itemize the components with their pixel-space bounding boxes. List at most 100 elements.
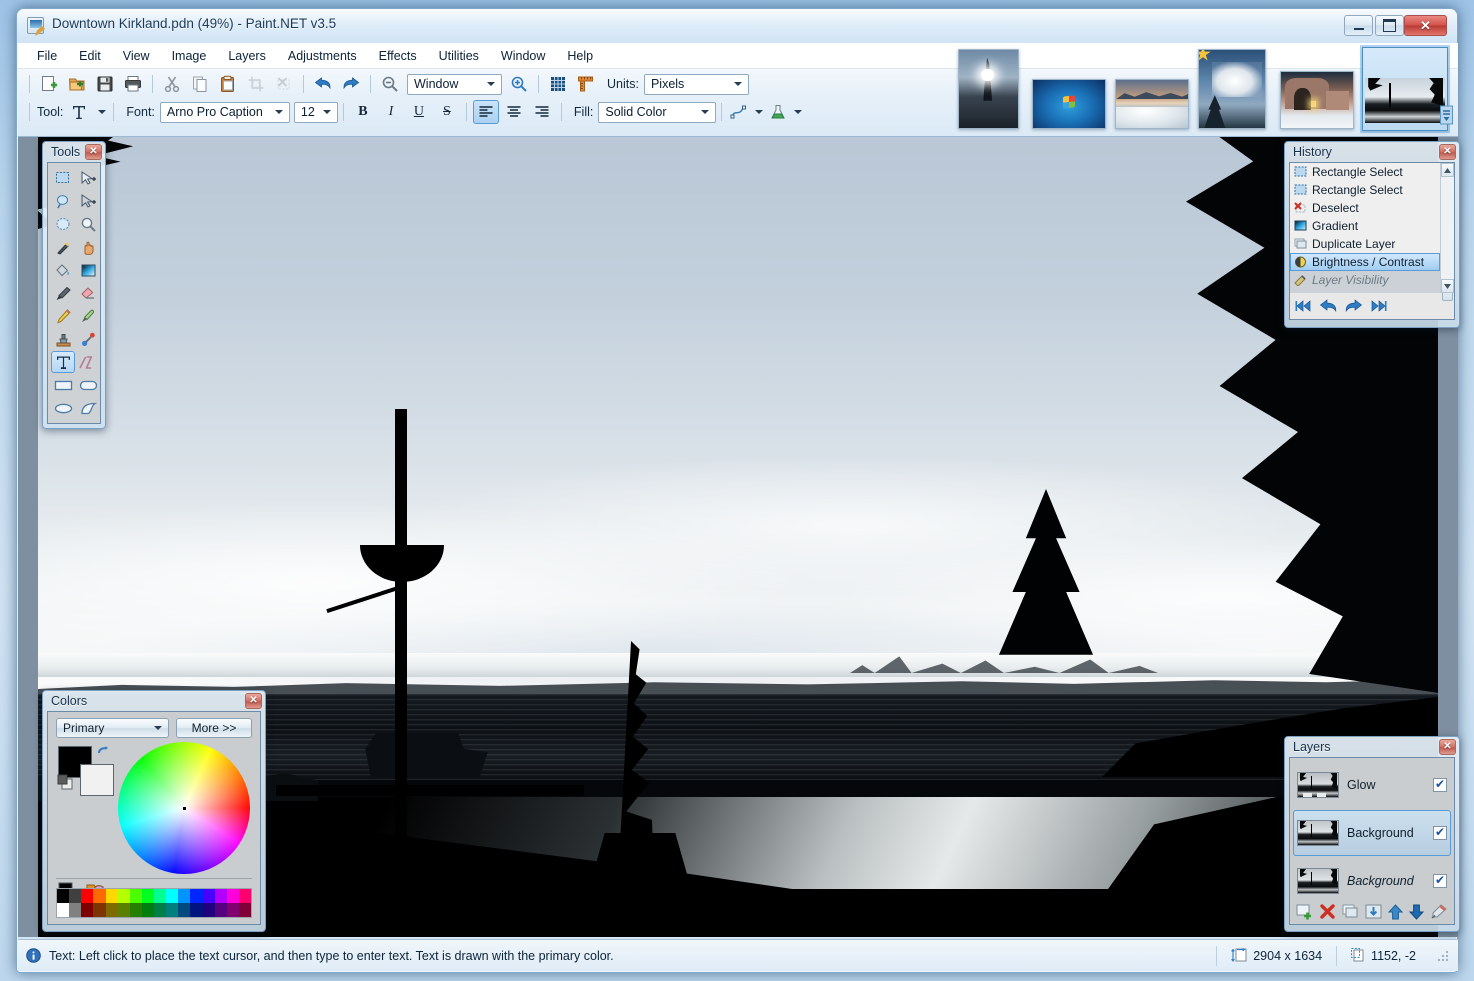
align-left-icon[interactable] — [473, 100, 499, 124]
thumb-downtown-kirkland[interactable] — [1362, 47, 1448, 131]
rectangle-select-tool[interactable] — [51, 167, 75, 189]
menu-effects[interactable]: Effects — [368, 45, 428, 67]
palette-row-bright[interactable] — [57, 889, 251, 903]
palette-swatch[interactable] — [166, 889, 178, 903]
menu-image[interactable]: Image — [161, 45, 218, 67]
pan-tool[interactable] — [76, 236, 100, 258]
cut-icon[interactable] — [159, 72, 185, 96]
maximize-button[interactable] — [1375, 15, 1404, 36]
deselect-all-icon[interactable] — [271, 72, 297, 96]
thumb-windows-logo[interactable] — [1032, 79, 1106, 129]
move-selected-tool[interactable] — [76, 167, 100, 189]
text-tool[interactable] — [51, 351, 75, 373]
palette-swatch[interactable] — [57, 903, 69, 917]
font-family-combobox[interactable]: Arno Pro Caption — [160, 102, 290, 123]
palette-swatch[interactable] — [142, 903, 154, 917]
menu-window[interactable]: Window — [490, 45, 556, 67]
palette-swatch[interactable] — [142, 889, 154, 903]
palette-swatch[interactable] — [203, 889, 215, 903]
thumb-house-snow[interactable] — [1280, 71, 1354, 129]
tools-panel-close-button[interactable]: ✕ — [85, 144, 102, 160]
palette-swatch[interactable] — [239, 889, 251, 903]
rulers-icon[interactable] — [573, 72, 599, 96]
move-layer-up-button[interactable] — [1388, 904, 1403, 920]
redo-icon[interactable] — [338, 72, 364, 96]
secondary-color-swatch[interactable] — [80, 764, 114, 796]
undo-icon[interactable] — [310, 72, 336, 96]
thumb-snow-lake[interactable] — [1115, 79, 1189, 129]
freeform-shape-tool[interactable] — [76, 397, 100, 419]
recolor-tool[interactable] — [76, 328, 100, 350]
palette-swatch[interactable] — [190, 889, 202, 903]
menu-edit[interactable]: Edit — [68, 45, 112, 67]
fast-forward-all-button[interactable] — [1369, 299, 1387, 313]
ellipse-shape-tool[interactable] — [51, 397, 75, 419]
menu-help[interactable]: Help — [556, 45, 604, 67]
new-icon[interactable] — [36, 72, 62, 96]
zoom-in-icon[interactable] — [506, 72, 532, 96]
history-item[interactable]: Gradient — [1290, 217, 1440, 235]
crop-to-selection-icon[interactable] — [243, 72, 269, 96]
merge-layer-down-button[interactable] — [1365, 904, 1382, 920]
color-picker-tool[interactable] — [76, 305, 100, 327]
menu-view[interactable]: View — [112, 45, 161, 67]
more-button[interactable]: More >> — [176, 718, 252, 738]
menu-utilities[interactable]: Utilities — [428, 45, 490, 67]
menu-layers[interactable]: Layers — [217, 45, 277, 67]
palette-swatch[interactable] — [227, 903, 239, 917]
swap-colors-icon[interactable] — [96, 744, 110, 758]
lasso-select-tool[interactable] — [51, 190, 75, 212]
rounded-rectangle-shape-tool[interactable] — [76, 374, 100, 396]
history-panel-close-button[interactable]: ✕ — [1439, 144, 1456, 160]
color-mode-combobox[interactable]: Primary — [56, 718, 169, 738]
thumb-clouds[interactable] — [1198, 49, 1266, 129]
rewind-all-button[interactable] — [1295, 299, 1313, 313]
pencil-tool[interactable] — [51, 305, 75, 327]
move-layer-down-button[interactable] — [1409, 904, 1424, 920]
palette-swatch[interactable] — [93, 889, 105, 903]
copy-icon[interactable] — [187, 72, 213, 96]
font-size-combobox[interactable]: 12 — [294, 102, 338, 123]
history-item[interactable]: Deselect — [1290, 199, 1440, 217]
rectangle-shape-tool[interactable] — [51, 374, 75, 396]
layer-properties-button[interactable] — [1430, 904, 1448, 920]
history-item-future[interactable]: Layer Visibility — [1290, 271, 1440, 289]
palette-swatch[interactable] — [57, 889, 69, 903]
palette-swatch[interactable] — [154, 903, 166, 917]
palette-swatch[interactable] — [190, 903, 202, 917]
layer-row-glow[interactable]: Glow — [1293, 762, 1451, 808]
palette-swatch[interactable] — [178, 903, 190, 917]
fill-style-combobox[interactable]: Solid Color — [598, 102, 716, 123]
history-item-current[interactable]: Brightness / Contrast — [1290, 253, 1440, 271]
zoom-level-combobox[interactable]: Window — [407, 74, 502, 95]
paste-icon[interactable] — [215, 72, 241, 96]
save-icon[interactable] — [92, 72, 118, 96]
delete-layer-button[interactable] — [1319, 904, 1336, 920]
thumb-statue[interactable] — [958, 49, 1019, 129]
palette-swatch[interactable] — [227, 889, 239, 903]
print-icon[interactable] — [120, 72, 146, 96]
resize-grip-icon[interactable] — [1436, 949, 1450, 963]
colors-panel-close-button[interactable]: ✕ — [245, 693, 262, 709]
palette-swatch[interactable] — [215, 903, 227, 917]
palette-swatch[interactable] — [215, 889, 227, 903]
palette-row-dark[interactable] — [57, 903, 251, 917]
scroll-up-button[interactable] — [1441, 163, 1454, 177]
palette-swatch[interactable] — [178, 889, 190, 903]
palette-swatch[interactable] — [93, 903, 105, 917]
underline-button[interactable]: U — [406, 100, 432, 124]
history-scrollbar[interactable] — [1440, 163, 1454, 293]
layer-row-background-selected[interactable]: Background — [1293, 810, 1451, 856]
reset-colors-icon[interactable] — [57, 774, 73, 790]
zoom-out-icon[interactable] — [377, 72, 403, 96]
undo-button[interactable] — [1319, 299, 1338, 313]
move-selection-tool[interactable] — [76, 190, 100, 212]
align-right-icon[interactable] — [529, 100, 555, 124]
menu-file[interactable]: File — [26, 45, 68, 67]
palette-swatch[interactable] — [106, 903, 118, 917]
history-item[interactable]: Duplicate Layer — [1290, 235, 1440, 253]
bold-button[interactable]: B — [350, 100, 376, 124]
ellipse-select-tool[interactable] — [51, 213, 75, 235]
minimize-button[interactable] — [1344, 15, 1373, 36]
layer-visibility-checkbox[interactable] — [1433, 826, 1447, 840]
